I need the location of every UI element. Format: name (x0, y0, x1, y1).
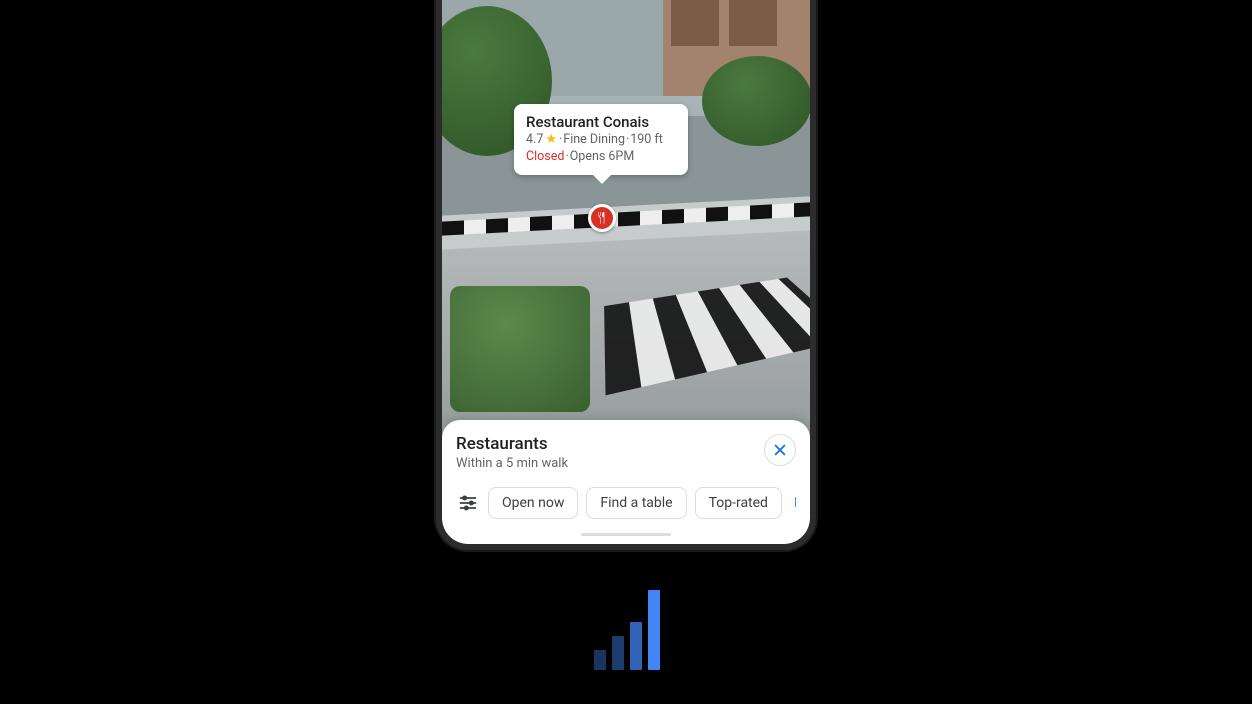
sep: · (559, 131, 562, 148)
phone-frame: Restaurant Conais 4.7 ★ · Fine Dining · … (436, 0, 816, 550)
hedge (450, 286, 590, 412)
place-meta-line: 4.7 ★ · Fine Dining · 190 ft (526, 131, 676, 148)
sep: · (626, 131, 629, 148)
place-title: Restaurant Conais (526, 113, 676, 131)
filter-chip-row: Open now Find a table Top-rated More (456, 487, 796, 519)
close-icon (773, 443, 787, 457)
place-marker[interactable] (588, 204, 616, 232)
place-category: Fine Dining (563, 131, 625, 148)
chip-find-table[interactable]: Find a table (586, 487, 686, 519)
sheet-subtitle: Within a 5 min walk (456, 456, 568, 471)
place-rating: 4.7 (526, 131, 543, 148)
more-filters-link[interactable]: More (790, 488, 796, 518)
place-status: Closed (526, 148, 564, 165)
chip-open-now[interactable]: Open now (488, 487, 578, 519)
place-callout[interactable]: Restaurant Conais 4.7 ★ · Fine Dining · … (514, 104, 688, 175)
sheet-title: Restaurants (456, 434, 568, 454)
phone-screen: Restaurant Conais 4.7 ★ · Fine Dining · … (442, 0, 810, 544)
place-distance: 190 ft (630, 131, 663, 148)
place-hours-line: Closed · Opens 6PM (526, 148, 676, 165)
power-button (810, 26, 814, 71)
close-button[interactable] (764, 434, 796, 466)
chip-top-rated[interactable]: Top-rated (695, 487, 782, 519)
place-opens: Opens 6PM (570, 148, 635, 165)
restaurant-icon (595, 211, 609, 225)
shrub (702, 56, 810, 146)
results-sheet[interactable]: Restaurants Within a 5 min walk (442, 420, 810, 544)
sheet-handle[interactable] (581, 533, 671, 536)
star-icon: ★ (545, 131, 557, 148)
sep: · (565, 148, 568, 165)
tune-icon (458, 493, 478, 513)
tune-button[interactable] (456, 491, 480, 515)
signal-icon (594, 590, 660, 670)
